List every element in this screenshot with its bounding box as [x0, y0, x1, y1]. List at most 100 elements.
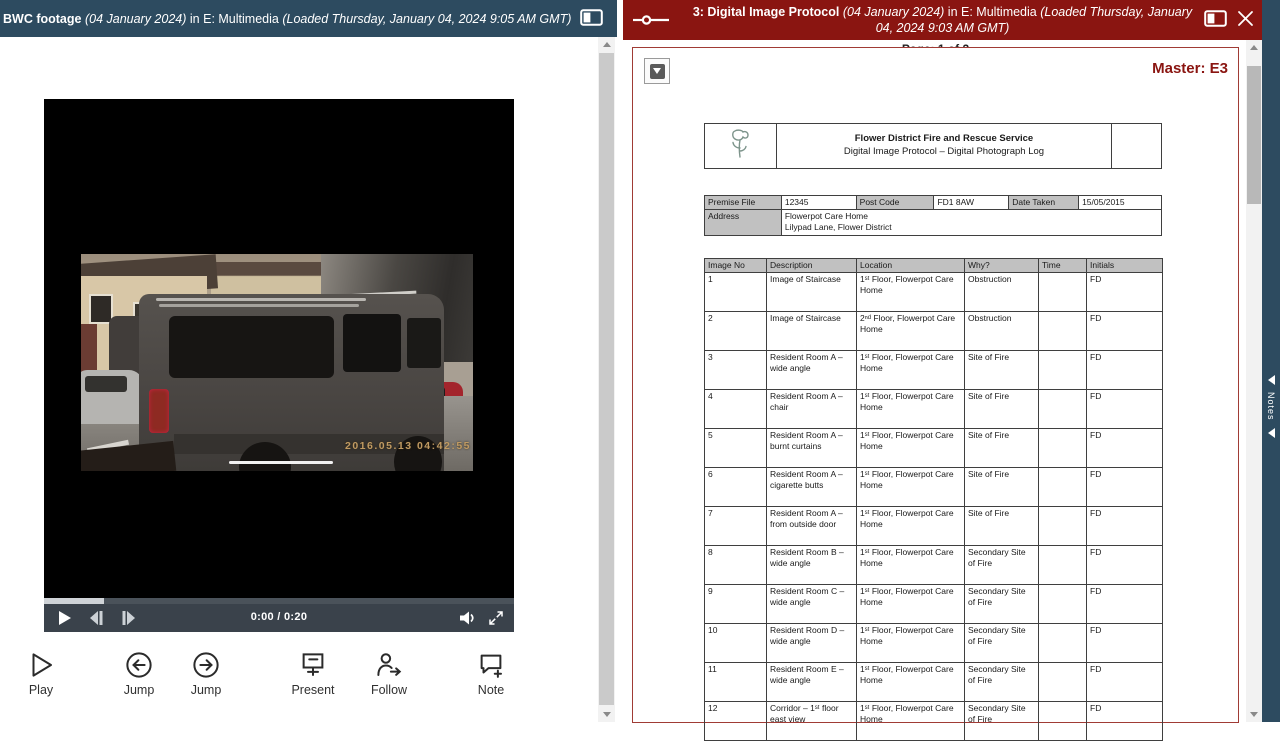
log-cell: Resident Room E – wide angle: [767, 663, 857, 702]
log-cell: 1ˢᵗ Floor, Flowerpot Care Home: [857, 702, 965, 741]
jump-forward-label: Jump: [174, 683, 238, 697]
follow-label: Follow: [357, 683, 421, 697]
log-cell: 2ⁿᵈ Floor, Flowerpot Care Home: [857, 312, 965, 351]
left-panel-title: BWC footage (04 January 2024) in E: Mult…: [0, 12, 571, 26]
address-line2: Lilypad Lane, Flower District: [785, 222, 1158, 233]
volume-icon[interactable]: [460, 611, 476, 630]
log-cell: 1ˢᵗ Floor, Flowerpot Care Home: [857, 351, 965, 390]
scroll-down-arrow[interactable]: [598, 707, 615, 722]
right-title-date: (04 January 2024): [843, 5, 944, 19]
side-tab-label: Notes: [1266, 392, 1276, 421]
note-label: Note: [459, 683, 523, 697]
log-cell: Secondary Site of Fire: [965, 702, 1039, 741]
left-title-date: (04 January 2024): [85, 12, 186, 26]
video-player[interactable]: 2016.05.13 04:42:55 0:00 / 0:20: [44, 99, 514, 632]
org-title-cell: Flower District Fire and Rescue Service …: [776, 124, 1111, 169]
log-col-header: Image No: [705, 259, 767, 273]
log-table-row: 8Resident Room B – wide angle1ˢᵗ Floor, …: [705, 546, 1163, 585]
log-col-header: Location: [857, 259, 965, 273]
log-cell: Site of Fire: [965, 351, 1039, 390]
log-col-header: Initials: [1087, 259, 1163, 273]
video-truck-cab-window: [343, 314, 401, 372]
panel-layout-icon[interactable]: [1204, 10, 1227, 30]
document-header-table: Flower District Fire and Rescue Service …: [704, 123, 1162, 169]
log-cell: FD: [1087, 663, 1163, 702]
log-cell: 3: [705, 351, 767, 390]
log-table-row: 12Corridor – 1ˢᵗ floor east view1ˢᵗ Floo…: [705, 702, 1163, 741]
notes-side-tab[interactable]: Notes: [1262, 375, 1280, 438]
log-cell: FD: [1087, 273, 1163, 312]
log-table-row: 2Image of Staircase2ⁿᵈ Floor, Flowerpot …: [705, 312, 1163, 351]
log-cell: Image of Staircase: [767, 312, 857, 351]
log-cell: Site of Fire: [965, 429, 1039, 468]
org-empty-cell: [1112, 124, 1162, 169]
log-cell: FD: [1087, 702, 1163, 741]
left-scrollbar[interactable]: [598, 37, 615, 722]
left-title-loaded: (Loaded Thursday, January 04, 2024 9:05 …: [282, 12, 571, 26]
log-cell: Site of Fire: [965, 507, 1039, 546]
left-title-folder: E: Multimedia: [203, 12, 279, 26]
left-scrollbar-thumb[interactable]: [599, 53, 614, 705]
log-table-row: 6Resident Room A – cigarette butts1ˢᵗ Fl…: [705, 468, 1163, 507]
address-line1: Flowerpot Care Home: [785, 211, 1158, 222]
note-button[interactable]: Note: [459, 650, 523, 697]
log-cell: Secondary Site of Fire: [965, 546, 1039, 585]
log-cell: 9: [705, 585, 767, 624]
log-col-header: Time: [1039, 259, 1087, 273]
log-cell: FD: [1087, 468, 1163, 507]
log-cell: [1039, 351, 1087, 390]
log-cell: [1039, 429, 1087, 468]
log-cell: FD: [1087, 585, 1163, 624]
panel-layout-icon[interactable]: [580, 9, 603, 29]
fullscreen-icon[interactable]: [489, 611, 503, 630]
master-label: Master: E3: [1152, 60, 1228, 77]
log-cell: 1ˢᵗ Floor, Flowerpot Care Home: [857, 507, 965, 546]
right-panel-header: 3: Digital Image Protocol (04 January 20…: [623, 0, 1262, 40]
org-name: Flower District Fire and Rescue Service: [780, 133, 1108, 146]
right-side-strip: Notes: [1262, 0, 1280, 722]
right-scrollbar-thumb[interactable]: [1247, 66, 1261, 204]
filter-icon: [650, 64, 665, 79]
jump-forward-button[interactable]: Jump: [174, 650, 238, 697]
video-time-display: 0:00 / 0:20: [44, 611, 514, 623]
filter-button[interactable]: [644, 58, 670, 84]
log-table-row: 9Resident Room C – wide angle1ˢᵗ Floor, …: [705, 585, 1163, 624]
close-icon[interactable]: [1237, 10, 1254, 30]
right-panel-title: 3: Digital Image Protocol (04 January 20…: [693, 4, 1193, 37]
date-taken-label: Date Taken: [1009, 196, 1079, 210]
present-button[interactable]: Present: [281, 650, 345, 697]
video-controls-bar: 0:00 / 0:20: [44, 604, 514, 632]
video-frame[interactable]: 2016.05.13 04:42:55: [81, 254, 473, 471]
log-cell: [1039, 390, 1087, 429]
log-table-row: 3Resident Room A – wide angle1ˢᵗ Floor, …: [705, 351, 1163, 390]
scroll-up-arrow[interactable]: [598, 37, 615, 52]
present-label: Present: [281, 683, 345, 697]
right-scrollbar[interactable]: [1246, 40, 1262, 722]
log-table-row: 10Resident Room D – wide angle1ˢᵗ Floor,…: [705, 624, 1163, 663]
scroll-up-arrow[interactable]: [1246, 40, 1262, 55]
follow-button[interactable]: Follow: [357, 650, 421, 697]
expand-left-icon: [1268, 428, 1275, 438]
log-cell: Resident Room A – wide angle: [767, 351, 857, 390]
video-taillight: [149, 389, 169, 433]
play-button[interactable]: Play: [9, 650, 73, 697]
date-taken-value: 15/05/2015: [1079, 196, 1162, 210]
photo-log-table: Image NoDescriptionLocationWhy?TimeIniti…: [704, 258, 1163, 741]
log-table-row: 5Resident Room A – burnt curtains1ˢᵗ Flo…: [705, 429, 1163, 468]
log-col-header: Description: [767, 259, 857, 273]
log-cell: FD: [1087, 351, 1163, 390]
premise-file-value: 12345: [781, 196, 856, 210]
log-cell: 1ˢᵗ Floor, Flowerpot Care Home: [857, 468, 965, 507]
jump-back-button[interactable]: Jump: [107, 650, 171, 697]
log-cell: Secondary Site of Fire: [965, 585, 1039, 624]
log-cell: FD: [1087, 390, 1163, 429]
video-silver-car-window: [85, 376, 127, 392]
log-table-row: 1Image of Staircase1ˢᵗ Floor, Flowerpot …: [705, 273, 1163, 312]
log-cell: 1ˢᵗ Floor, Flowerpot Care Home: [857, 390, 965, 429]
evidence-link-icon[interactable]: [633, 13, 669, 30]
premise-table: Premise File 12345 Post Code FD1 8AW Dat…: [704, 195, 1162, 236]
scroll-down-arrow[interactable]: [1246, 707, 1262, 722]
right-title-folder: E: Multimedia: [961, 5, 1037, 19]
log-table-row: 11Resident Room E – wide angle1ˢᵗ Floor,…: [705, 663, 1163, 702]
log-cell: 12: [705, 702, 767, 741]
